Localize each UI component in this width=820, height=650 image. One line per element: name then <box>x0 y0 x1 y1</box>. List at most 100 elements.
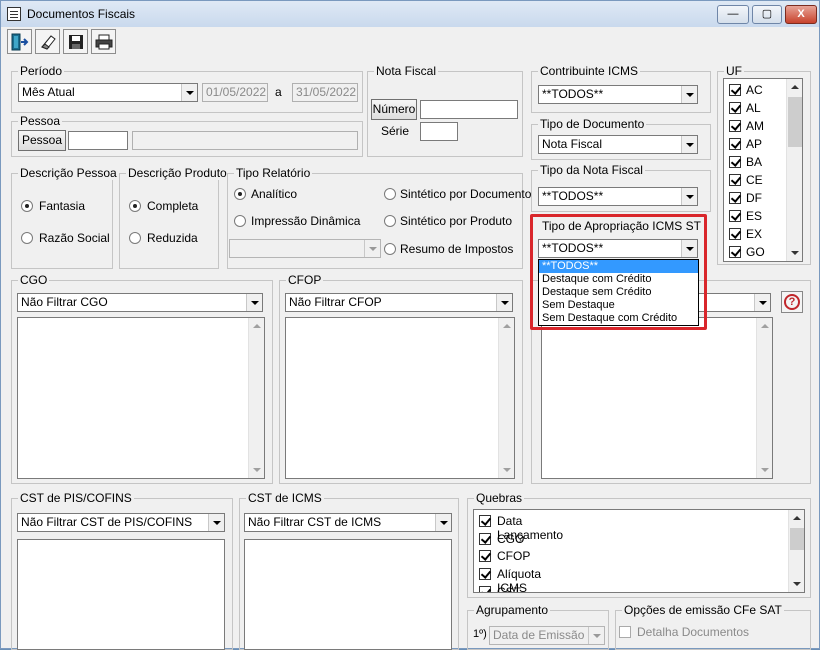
checkbox[interactable] <box>479 550 491 562</box>
radio-analitico[interactable] <box>234 188 246 200</box>
numero-button[interactable]: Número <box>371 99 417 120</box>
checkbox[interactable] <box>729 228 741 240</box>
scroll-thumb[interactable] <box>790 528 804 550</box>
quebra-label: CFOP <box>497 549 531 563</box>
serie-field[interactable] <box>420 122 458 141</box>
chevron-down-icon[interactable] <box>496 294 512 311</box>
chevron-down-icon[interactable] <box>754 294 770 311</box>
chevron-down-icon[interactable] <box>681 188 697 205</box>
checkbox[interactable] <box>729 138 741 150</box>
radio-impressao-dinamica[interactable] <box>234 215 246 227</box>
checkbox[interactable] <box>479 586 491 592</box>
quebra-label: CST de ICMS <box>497 585 521 593</box>
scroll-down-icon[interactable] <box>499 462 515 478</box>
print-button[interactable] <box>91 29 116 54</box>
help-button[interactable]: ? <box>781 291 803 313</box>
checkbox[interactable] <box>729 246 741 258</box>
checkbox[interactable] <box>729 84 741 96</box>
uf-label: BA <box>746 155 763 169</box>
sintetico-documento-label: Sintético por Documento <box>400 187 532 201</box>
third-filter-scrollbar[interactable] <box>756 318 772 478</box>
date-separator: a <box>275 85 282 99</box>
uf-label: AP <box>746 137 763 151</box>
title-bar[interactable]: Documentos Fiscais — ▢ X <box>1 1 819 27</box>
clear-button[interactable] <box>35 29 60 54</box>
cfop-scrollbar[interactable] <box>498 318 514 478</box>
cst-icms-select[interactable]: Não Filtrar CST de ICMS <box>244 513 452 532</box>
cfop-list[interactable] <box>285 317 515 479</box>
close-button[interactable]: X <box>785 5 817 24</box>
chevron-down-icon[interactable] <box>681 86 697 103</box>
detalha-documentos-checkbox[interactable] <box>619 626 631 638</box>
pessoa-code-field[interactable] <box>68 131 128 150</box>
checkbox[interactable] <box>729 174 741 186</box>
cgo-scrollbar[interactable] <box>248 318 264 478</box>
radio-reduzida[interactable] <box>129 232 141 244</box>
date-from-field[interactable]: 01/05/2022 <box>202 83 268 102</box>
scroll-down-icon[interactable] <box>757 462 773 478</box>
exit-button[interactable] <box>7 29 32 54</box>
uf-scrollbar[interactable] <box>786 79 802 261</box>
date-to-field[interactable]: 31/05/2022 <box>292 83 358 102</box>
chevron-down-icon[interactable] <box>246 294 262 311</box>
uf-label: ES <box>746 209 763 223</box>
scroll-up-icon[interactable] <box>249 318 265 334</box>
cst-pis-select[interactable]: Não Filtrar CST de PIS/COFINS <box>17 513 225 532</box>
chevron-down-icon[interactable] <box>681 136 697 153</box>
uf-label: AC <box>746 83 763 97</box>
checkbox[interactable] <box>729 192 741 204</box>
descricao-produto-legend: Descrição Produto <box>126 166 229 180</box>
maximize-button[interactable]: ▢ <box>752 5 782 24</box>
scroll-down-icon[interactable] <box>249 462 265 478</box>
radio-completa[interactable] <box>129 200 141 212</box>
uf-list[interactable]: AC AL AM AP BA CE DF ES EX GO <box>723 78 803 262</box>
save-button[interactable] <box>63 29 88 54</box>
radio-razao-social[interactable] <box>21 232 33 244</box>
layout-select <box>229 239 381 258</box>
cst-icms-list[interactable] <box>244 539 452 650</box>
help-icon: ? <box>784 294 800 310</box>
cst-pis-list[interactable] <box>17 539 225 650</box>
radio-sintetico-documento[interactable] <box>384 188 396 200</box>
chevron-down-icon[interactable] <box>208 514 224 531</box>
scroll-up-icon[interactable] <box>757 318 773 334</box>
checkbox[interactable] <box>729 156 741 168</box>
contribuinte-icms-select[interactable]: **TODOS** <box>538 85 698 104</box>
third-filter-list[interactable] <box>541 317 773 479</box>
radio-sintetico-produto[interactable] <box>384 215 396 227</box>
chevron-down-icon[interactable] <box>435 514 451 531</box>
periodo-select[interactable]: Mês Atual <box>18 83 198 102</box>
pessoa-button[interactable]: Pessoa <box>18 130 66 151</box>
serie-label: Série <box>381 124 410 138</box>
checkbox[interactable] <box>729 120 741 132</box>
cgo-list[interactable] <box>17 317 265 479</box>
minimize-button[interactable]: — <box>717 5 749 24</box>
cfop-select[interactable]: Não Filtrar CFOP <box>285 293 513 312</box>
scroll-up-icon[interactable] <box>789 510 804 526</box>
checkbox[interactable] <box>479 533 491 545</box>
scroll-up-icon[interactable] <box>499 318 515 334</box>
checkbox[interactable] <box>729 102 741 114</box>
chevron-down-icon[interactable] <box>181 84 197 101</box>
uf-label: CE <box>746 173 763 187</box>
radio-resumo-impostos[interactable] <box>384 243 396 255</box>
cfop-value: Não Filtrar CFOP <box>289 295 382 309</box>
tipo-documento-select[interactable]: Nota Fiscal <box>538 135 698 154</box>
scroll-down-icon[interactable] <box>787 245 803 261</box>
cst-pis-value: Não Filtrar CST de PIS/COFINS <box>21 515 193 529</box>
scroll-thumb[interactable] <box>788 97 802 147</box>
numero-field[interactable] <box>420 100 518 119</box>
checkbox[interactable] <box>479 515 491 527</box>
quebras-scrollbar[interactable] <box>788 510 804 592</box>
scroll-down-icon[interactable] <box>789 576 804 592</box>
cgo-select[interactable]: Não Filtrar CGO <box>17 293 263 312</box>
uf-label: DF <box>746 191 762 205</box>
scroll-up-icon[interactable] <box>787 79 803 95</box>
uf-label: GO <box>746 245 765 259</box>
checkbox[interactable] <box>479 568 491 580</box>
checkbox[interactable] <box>729 210 741 222</box>
radio-fantasia[interactable] <box>21 200 33 212</box>
tipo-nota-fiscal-select[interactable]: **TODOS** <box>538 187 698 206</box>
quebras-list[interactable]: Data Lançamento CGO CFOP Alíquota ICMS C… <box>473 509 805 593</box>
agrupamento-value: Data de Emissão <box>493 628 585 642</box>
